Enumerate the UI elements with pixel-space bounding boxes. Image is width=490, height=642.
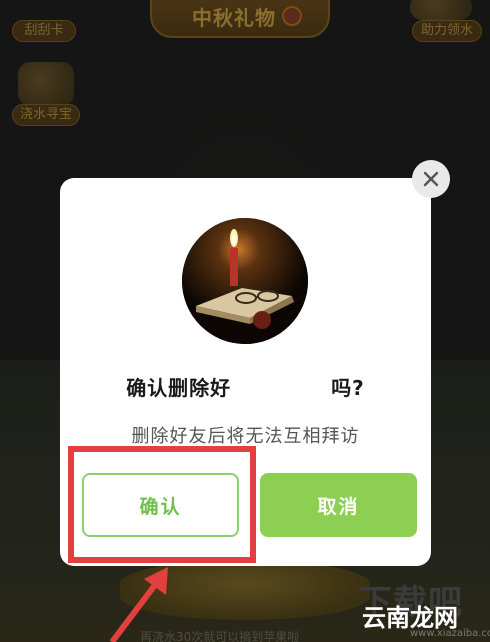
close-icon: [423, 171, 439, 187]
help-water-icon: [410, 0, 472, 20]
scratch-card-button: 刮刮卡: [12, 20, 76, 42]
badge-icon: [282, 6, 302, 26]
event-banner: 中秋礼物: [150, 0, 330, 38]
dialog-title-prefix: 确认删除好: [126, 376, 232, 400]
treasure-hunt-button: 浇水寻宝: [12, 104, 80, 126]
treasure-chest-icon: [18, 62, 74, 106]
highlight-box: [68, 446, 256, 563]
dialog-title-suffix: 吗?: [331, 376, 365, 400]
dialog-message: 删除好友后将无法互相拜访: [131, 426, 360, 447]
watermark-url: www.xiazaiba.com: [410, 628, 490, 639]
avatar: [182, 218, 308, 344]
friend-name-redacted: [231, 373, 332, 400]
close-button[interactable]: [412, 160, 450, 198]
cancel-button[interactable]: 取消: [260, 473, 417, 537]
candle-book-image: [182, 218, 308, 344]
event-banner-title: 中秋礼物: [192, 5, 276, 30]
arrow-icon: [109, 567, 168, 642]
help-water-button: 助力领水: [412, 20, 482, 42]
dialog-title: 确认删除好 吗?: [60, 372, 431, 401]
